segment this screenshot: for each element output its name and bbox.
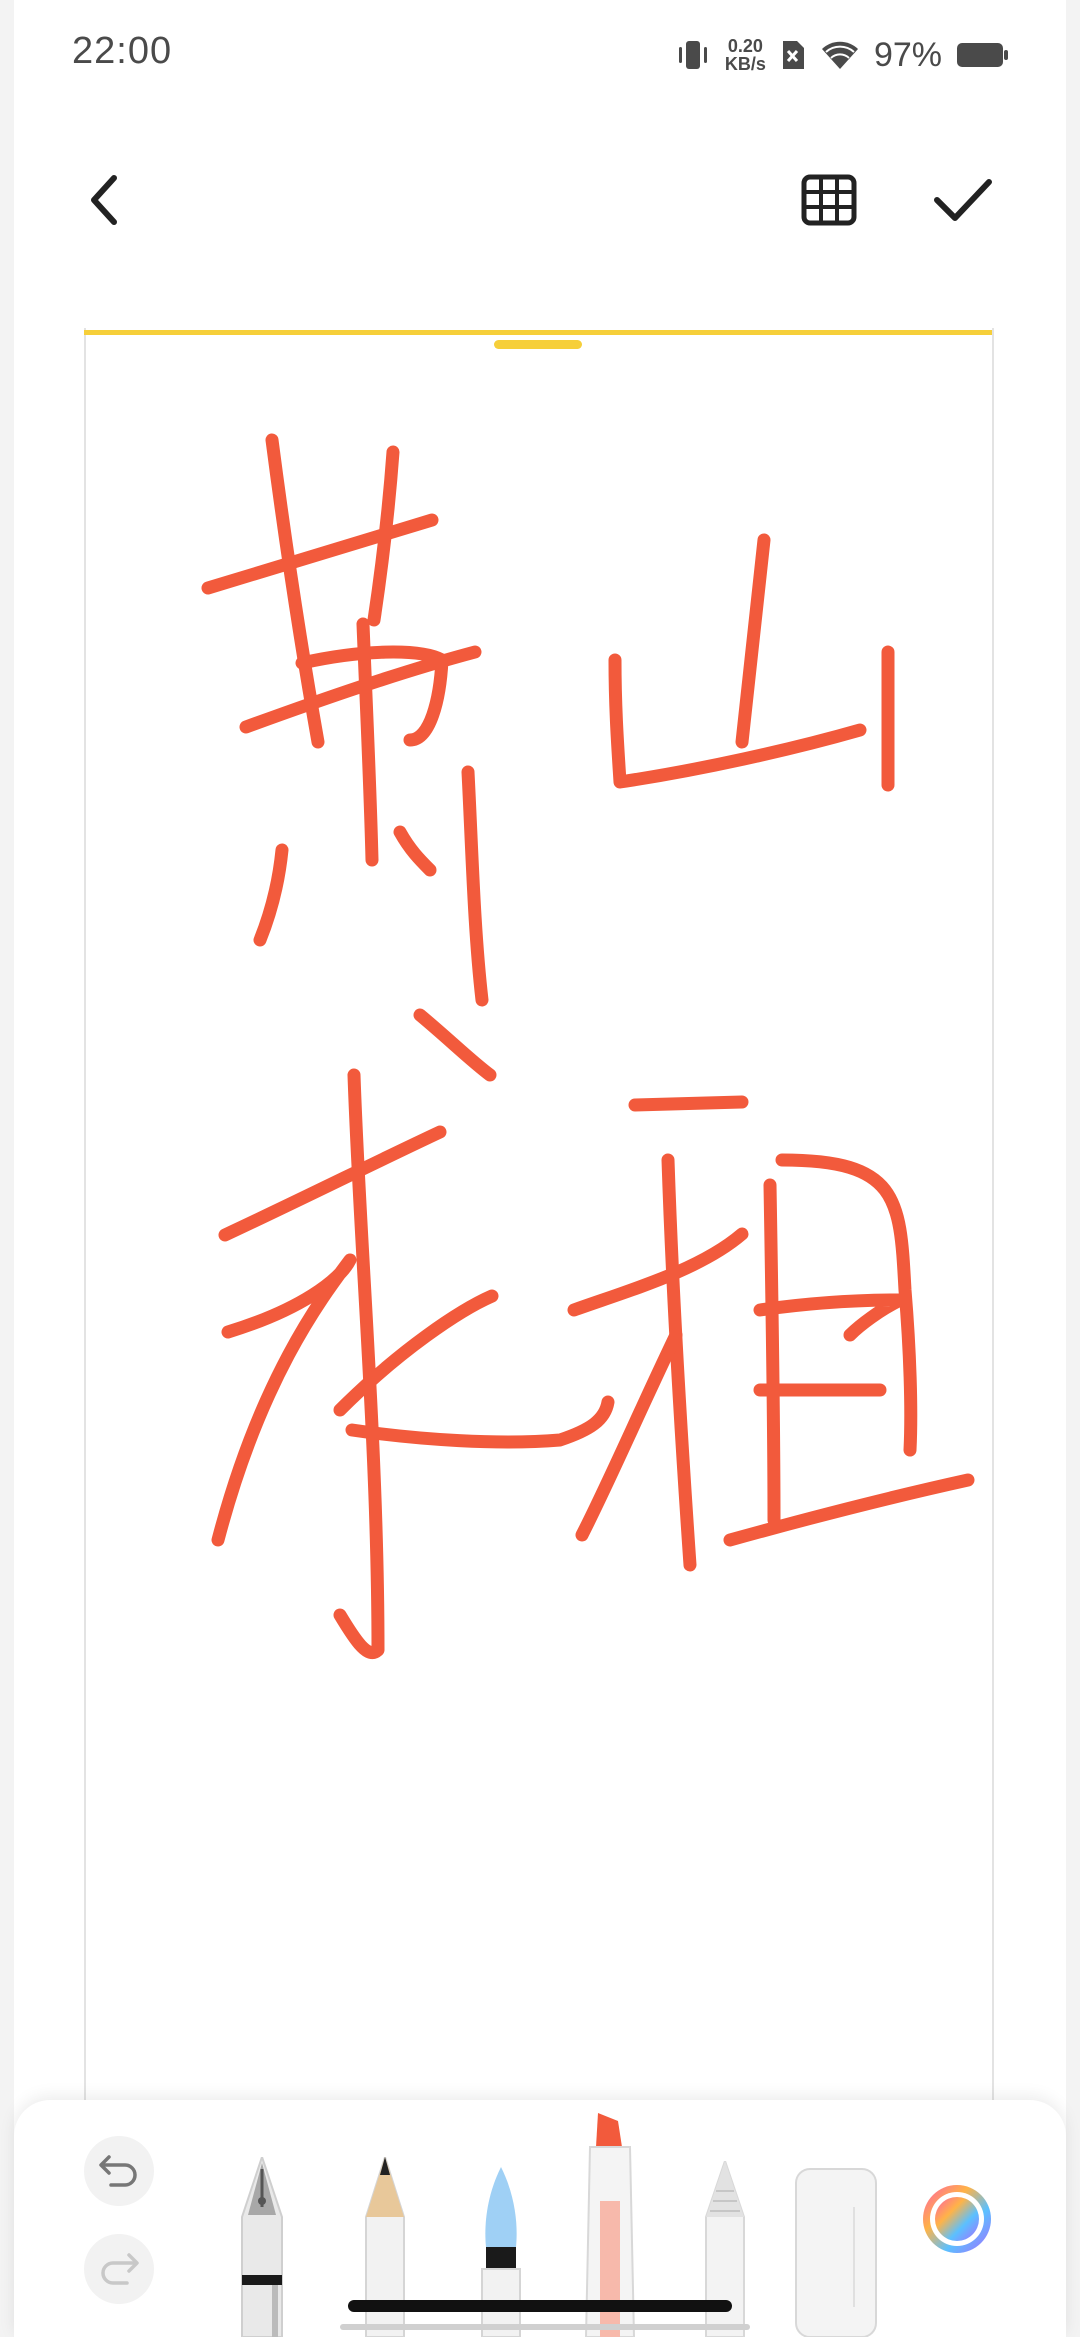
sim-disabled-icon [782,41,804,69]
chevron-left-icon [91,175,117,225]
drawing-canvas[interactable] [84,328,994,2128]
network-speed: 0.20 KB/s [725,37,766,73]
home-indicator[interactable] [348,2300,732,2312]
fountain-pen-tool[interactable] [230,2157,294,2337]
top-toolbar [0,150,1080,250]
redo-icon [101,2253,139,2285]
home-indicator-shadow [340,2324,750,2330]
battery-icon [957,43,1008,67]
right-edge [1066,0,1080,2337]
back-button[interactable] [74,170,134,230]
undo-icon [99,2155,137,2187]
color-wheel-icon [923,2185,991,2253]
canvas-resize-handle[interactable] [494,340,582,349]
network-speed-value: 0.20 [727,36,763,56]
status-time: 22:00 [72,30,173,72]
confirm-button[interactable] [930,170,996,230]
vibrate-icon [678,41,707,69]
wifi-icon [821,41,858,69]
redo-button[interactable] [84,2234,154,2304]
handwriting-screen: 22:00 0.20 KB/s 97% [0,0,1080,2337]
grid-icon [801,174,857,226]
status-icons: 0.20 KB/s 97% [675,30,1010,80]
battery-percent: 97% [873,35,942,74]
canvas-top-line [84,330,992,335]
undo-button[interactable] [84,2136,154,2206]
network-speed-unit: KB/s [724,54,766,74]
check-icon [934,179,992,221]
grid-button[interactable] [796,170,862,230]
status-bar: 22:00 0.20 KB/s 97% [0,0,1080,110]
left-edge [0,0,14,2337]
eraser-tool[interactable] [794,2167,878,2337]
color-picker-button[interactable] [920,2182,994,2256]
